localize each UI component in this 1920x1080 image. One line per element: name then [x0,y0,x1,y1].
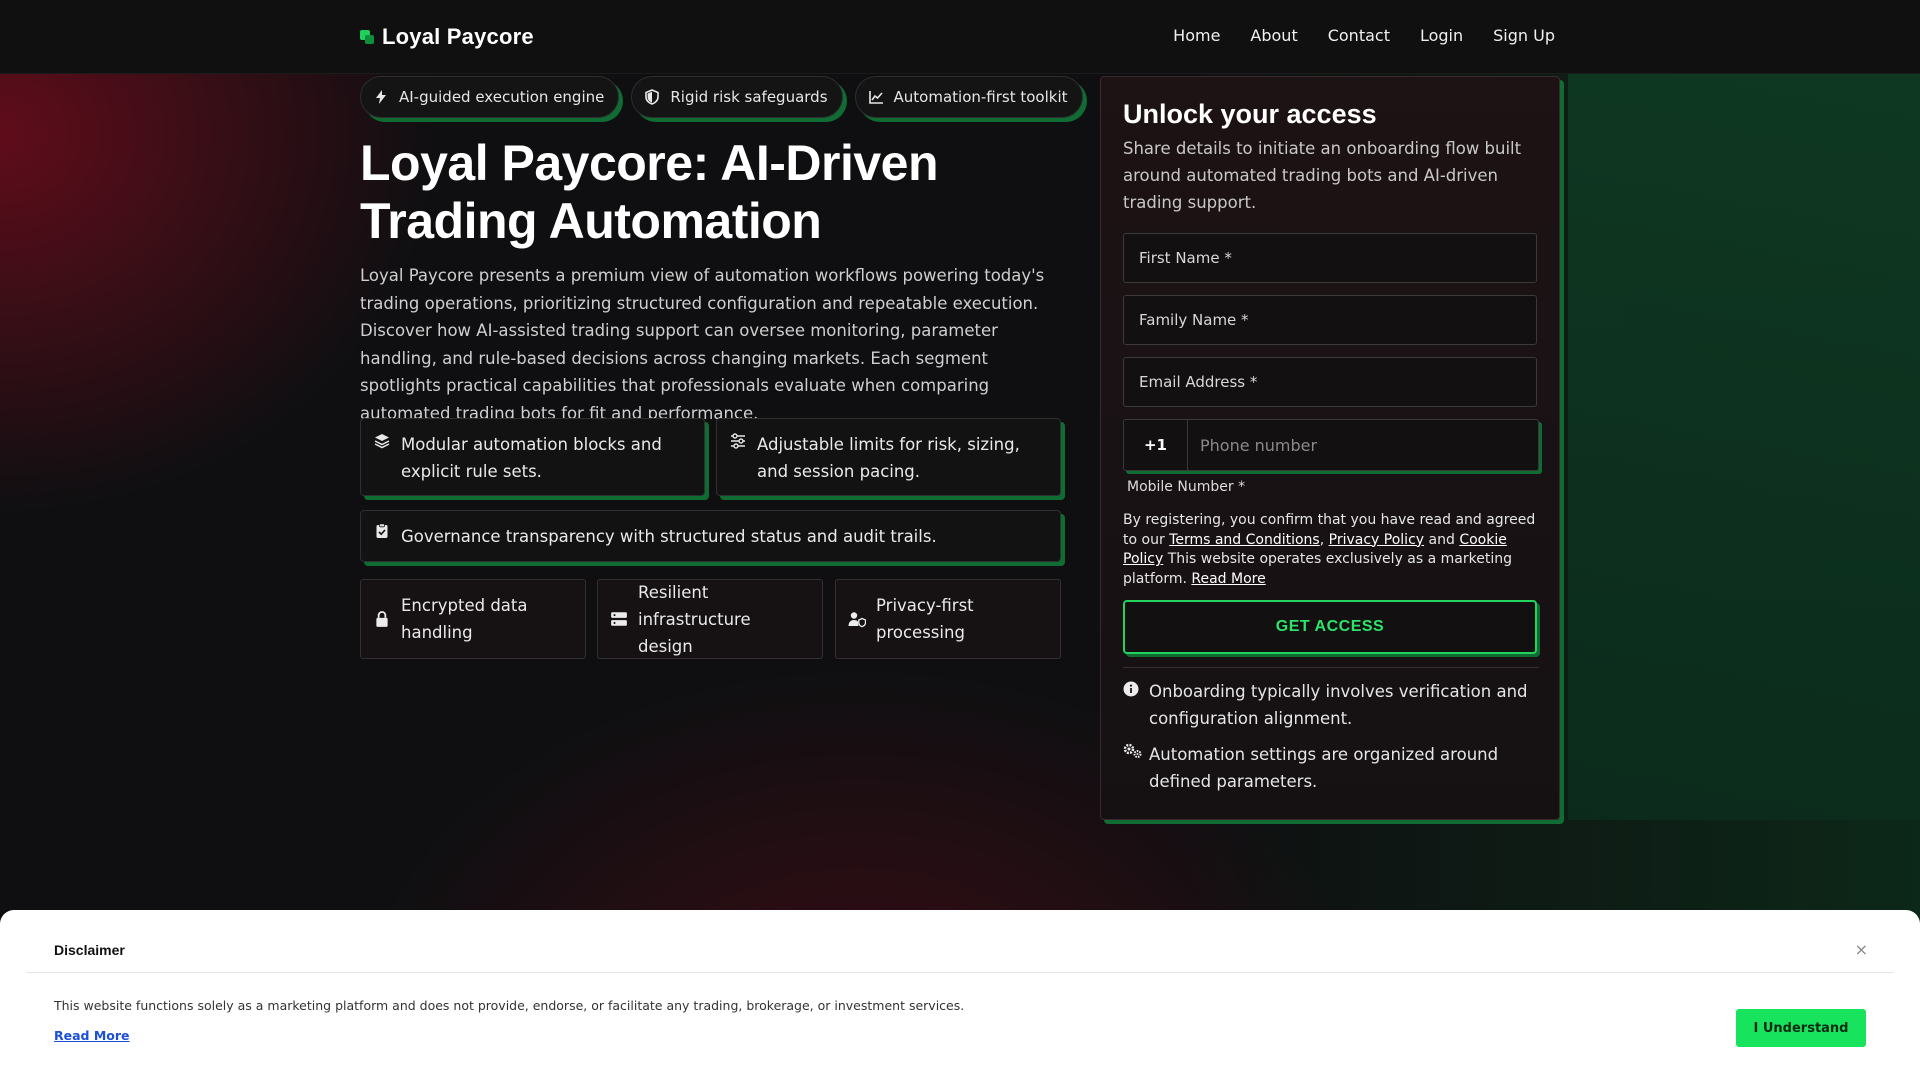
phone-field: +1 [1123,419,1539,471]
feature-text: Governance transparency with structured … [401,527,937,546]
feature-card-modular: Modular automation blocks and explicit r… [360,418,705,496]
family-name-input[interactable] [1123,295,1537,345]
feature-badges: AI-guided execution engine Rigid risk sa… [360,76,1083,118]
badge-label: Rigid risk safeguards [670,88,828,106]
legal-and: and [1428,531,1455,548]
lock-icon [376,611,388,627]
logo-mark-icon [360,30,374,44]
disclaimer-divider [26,972,1894,973]
chart-line-icon [868,91,883,104]
clipboard-check-icon [376,523,388,538]
country-code-selector[interactable]: +1 [1124,420,1188,470]
brand-logo[interactable]: Loyal Paycore [360,24,534,50]
right-green-band [1568,74,1920,820]
security-card-privacy: Privacy-first processing [835,579,1061,659]
user-shield-icon [848,612,866,628]
info-icon [1123,681,1139,697]
feature-text: Modular automation blocks and explicit r… [401,435,662,481]
main-nav: Home About Contact Login Sign Up [1173,26,1555,45]
feature-card-governance: Governance transparency with structured … [360,510,1061,562]
close-icon[interactable]: × [1855,940,1868,959]
first-name-input[interactable] [1123,233,1537,283]
nav-about[interactable]: About [1250,26,1297,45]
terms-link[interactable]: Terms and Conditions [1169,532,1320,548]
server-icon [611,612,627,626]
i-understand-button[interactable]: I Understand [1736,1009,1866,1047]
site-header: Loyal Paycore Home About Contact Login S… [0,0,1920,74]
security-card-infrastructure: Resilient infrastructure design [597,579,823,659]
disclaimer-read-more-link[interactable]: Read More [54,1028,130,1043]
badge-execution-engine: AI-guided execution engine [360,76,620,118]
security-card-encrypted: Encrypted data handling [360,579,586,659]
form-divider [1123,667,1539,668]
layers-icon [374,434,390,449]
disclaimer-banner: Disclaimer × This website functions sole… [0,910,1920,1080]
mobile-number-label: Mobile Number * [1127,479,1246,495]
badge-label: AI-guided execution engine [399,88,605,106]
security-text: Resilient infrastructure design [638,582,751,656]
automation-note: Automation settings are organized around… [1149,745,1499,791]
hero-title: Loyal Paycore: AI-Driven Trading Automat… [360,135,939,249]
shield-icon [645,89,660,105]
hero-description: Loyal Paycore presents a premium view of… [360,266,1045,423]
phone-input[interactable] [1188,420,1538,470]
legal-consent-text: By registering, you confirm that you hav… [1123,512,1536,587]
legal-suffix: This website operates exclusively as a m… [1123,551,1512,587]
nav-home[interactable]: Home [1173,26,1220,45]
disclaimer-text: This website functions solely as a marke… [54,998,965,1013]
brand-name: Loyal Paycore [382,24,534,49]
badge-risk-safeguards: Rigid risk safeguards [631,76,843,118]
gears-icon [1123,743,1142,758]
onboarding-note: Onboarding typically involves verificati… [1149,682,1528,728]
security-text: Privacy-first processing [876,596,974,642]
nav-login[interactable]: Login [1420,26,1463,45]
form-subtitle: Share details to initiate an onboarding … [1123,139,1522,212]
sliders-icon [731,433,745,449]
security-text: Encrypted data handling [401,596,528,642]
feature-card-limits: Adjustable limits for risk, sizing, and … [716,418,1061,496]
privacy-link[interactable]: Privacy Policy [1329,532,1424,548]
badge-automation-toolkit: Automation-first toolkit [854,76,1083,118]
legal-read-more-link[interactable]: Read More [1191,571,1265,587]
feature-text: Adjustable limits for risk, sizing, and … [757,435,1020,481]
email-input[interactable] [1123,357,1537,407]
disclaimer-title: Disclaimer [54,942,125,958]
signup-panel: Unlock your access Share details to init… [1100,76,1560,820]
get-access-button[interactable]: GET ACCESS [1123,600,1537,654]
badge-label: Automation-first toolkit [893,88,1068,106]
form-title: Unlock your access [1123,99,1377,129]
nav-contact[interactable]: Contact [1328,26,1390,45]
bolt-icon [376,90,386,104]
nav-signup[interactable]: Sign Up [1493,26,1555,45]
